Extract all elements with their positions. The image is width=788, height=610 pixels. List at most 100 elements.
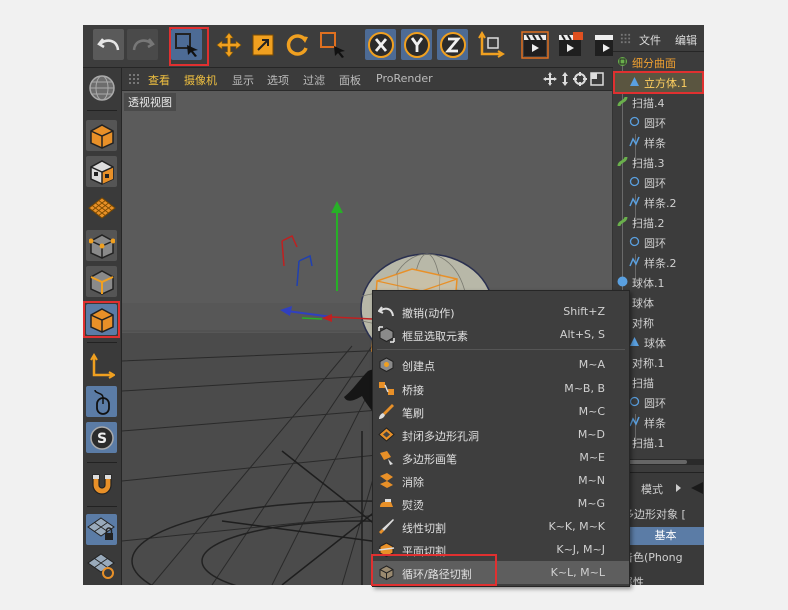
tree-item-circle[interactable]: 圆环 — [613, 112, 704, 132]
menu-file[interactable]: 文件 — [639, 32, 661, 48]
live-selection-button[interactable] — [171, 29, 202, 60]
menu-options[interactable]: 选项 — [267, 72, 289, 88]
tree-item-circle[interactable]: 圆环 — [613, 172, 704, 192]
tab-basic[interactable]: 基本 — [627, 527, 704, 545]
bridge-icon — [379, 382, 394, 395]
spline-icon — [629, 136, 640, 147]
undo-button[interactable] — [93, 29, 124, 60]
context-menu: 撤销(动作) Shift+Z 框显选取元素 Alt+S, S 创建点 M~A 桥… — [372, 290, 630, 587]
tree-item-spline[interactable]: 样条.2 — [613, 252, 704, 272]
tweak-mode-button[interactable] — [86, 386, 117, 417]
menu-camera[interactable]: 摄像机 — [184, 72, 217, 88]
rotate-tool-button[interactable] — [281, 29, 312, 60]
clapperboard-icon — [520, 30, 549, 59]
subdivision-surface-icon — [618, 57, 627, 66]
circle-spline-icon — [629, 396, 640, 407]
tree-item-sweep[interactable]: 扫描.3 — [613, 152, 704, 172]
sweep-icon — [617, 156, 628, 167]
tree-item-subdivision[interactable]: 细分曲面 — [613, 52, 704, 72]
move-tool-button[interactable] — [213, 29, 244, 60]
axis-corner-icon — [89, 352, 115, 379]
tree-item-circle[interactable]: 圆环 — [613, 232, 704, 252]
axis-mode-button[interactable] — [86, 350, 117, 381]
polygon-cube-icon — [89, 307, 114, 333]
menu-item-frame-selected[interactable]: 框显选取元素 Alt+S, S — [373, 323, 629, 346]
object-manager-menubar: 文件 编辑 — [613, 25, 704, 52]
texture-mode-button[interactable] — [86, 156, 117, 187]
tree-item-spline[interactable]: 样条.2 — [613, 192, 704, 212]
tree-item-sphere[interactable]: 球体.1 — [613, 272, 704, 292]
circle-spline-icon — [629, 116, 640, 127]
tree-item-sweep[interactable]: 扫描.2 — [613, 212, 704, 232]
y-axis-lock-button[interactable] — [401, 29, 432, 60]
menu-filter[interactable]: 过滤 — [303, 72, 325, 88]
zoom-view-icon[interactable] — [559, 72, 571, 86]
menu-item-create-point[interactable]: 创建点 M~A — [373, 353, 629, 376]
polygon-pen-icon — [380, 451, 393, 465]
undo-icon — [378, 306, 394, 317]
pan-view-icon[interactable] — [543, 72, 557, 86]
coordinate-system-icon — [477, 30, 505, 58]
globe-grid-icon — [88, 74, 115, 101]
object-type-label: 多边形对象 [ — [623, 508, 686, 521]
menu-edit[interactable]: 编辑 — [675, 32, 697, 48]
mouse-icon — [93, 389, 110, 415]
brush-icon — [379, 404, 394, 419]
plane-cut-icon — [378, 542, 395, 558]
menu-item-brush[interactable]: 笔刷 M~C — [373, 400, 629, 423]
menu-item-polygon-pen[interactable]: 多边形画笔 M~E — [373, 446, 629, 469]
menu-prorender[interactable]: ProRender — [376, 72, 433, 85]
menu-item-bridge[interactable]: 桥接 M~B, B — [373, 377, 629, 400]
frame-selection-icon — [378, 326, 395, 343]
tree-item-spline[interactable]: 样条 — [613, 132, 704, 152]
menu-item-undo-action[interactable]: 撤销(动作) Shift+Z — [373, 300, 629, 323]
circle-spline-icon — [629, 176, 640, 187]
make-editable-button[interactable] — [86, 72, 117, 103]
menu-item-iron[interactable]: 熨烫 M~G — [373, 492, 629, 515]
recent-tools-button[interactable] — [317, 29, 348, 60]
spline-icon — [629, 416, 640, 427]
points-mode-button[interactable] — [86, 230, 117, 261]
tree-item-cube[interactable]: 立方体.1 — [613, 72, 704, 92]
polygons-mode-button[interactable] — [86, 304, 117, 335]
menu-item-loop-path-cut[interactable]: 循环/路径切割 K~L, M~L — [373, 561, 629, 584]
menu-panel[interactable]: 面板 — [339, 72, 361, 88]
menu-view[interactable]: 查看 — [148, 72, 170, 88]
menu-item-plane-cut[interactable]: 平面切割 K~J, M~J — [373, 538, 629, 561]
spline-icon — [629, 256, 640, 267]
menu-display[interactable]: 显示 — [232, 72, 254, 88]
render-to-picture-viewer-button[interactable] — [555, 29, 586, 60]
z-axis-icon — [439, 31, 466, 58]
x-axis-lock-button[interactable] — [365, 29, 396, 60]
workplane-lock-button[interactable] — [86, 514, 117, 545]
workplane-align-button[interactable] — [86, 550, 117, 581]
orbit-view-icon[interactable] — [573, 72, 587, 86]
recent-selection-icon — [319, 31, 345, 58]
scale-tool-button[interactable] — [247, 29, 278, 60]
redo-button[interactable] — [127, 29, 158, 60]
menu-item-line-cut[interactable]: 线性切割 K~K, M~K — [373, 515, 629, 538]
snap-button[interactable] — [86, 468, 117, 499]
render-view-button[interactable] — [519, 29, 550, 60]
y-axis-icon — [403, 31, 430, 58]
undo-icon — [96, 37, 119, 50]
svg-text:S: S — [96, 431, 106, 447]
menu-item-dissolve[interactable]: 消除 M~N — [373, 469, 629, 492]
solo-mode-button[interactable]: S — [86, 422, 117, 453]
maximize-view-icon[interactable] — [590, 72, 604, 86]
grid-plane-icon — [87, 196, 116, 219]
menu-mode[interactable]: 模式 — [641, 481, 663, 497]
tree-item-sweep[interactable]: 扫描.4 — [613, 92, 704, 112]
coordinate-system-button[interactable] — [475, 29, 506, 60]
z-axis-lock-button[interactable] — [437, 29, 468, 60]
edges-mode-button[interactable] — [86, 266, 117, 297]
workplane-mode-button[interactable] — [86, 192, 117, 223]
edges-cube-icon — [89, 269, 114, 295]
circle-spline-icon — [629, 236, 640, 247]
move-arrows-icon — [216, 32, 241, 57]
model-mode-button[interactable] — [86, 120, 117, 151]
back-arrow-icon[interactable] — [689, 481, 704, 495]
points-cube-icon — [88, 233, 115, 259]
polygon-object-icon — [630, 337, 639, 346]
menu-item-close-polygon-hole[interactable]: 封闭多边形孔洞 M~D — [373, 423, 629, 446]
